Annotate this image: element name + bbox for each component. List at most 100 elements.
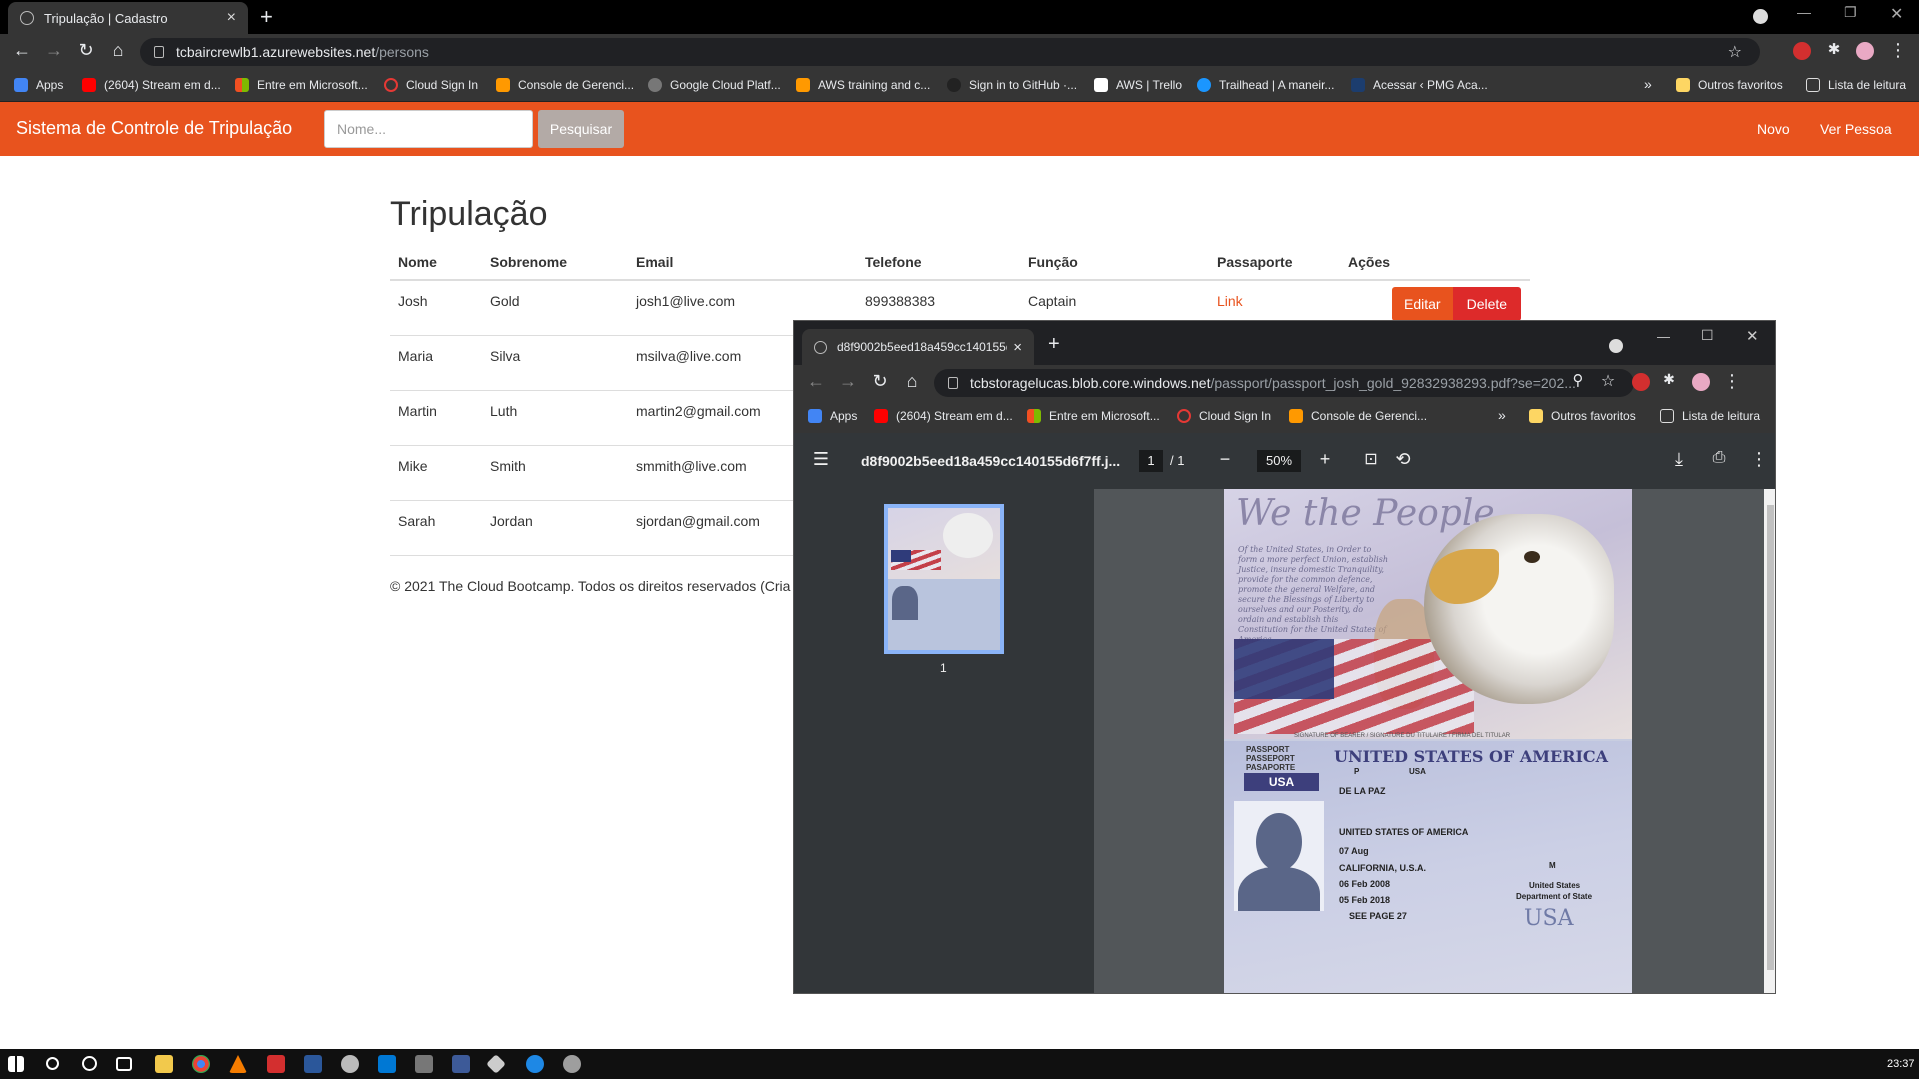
bookmark-microsoft[interactable]: Entre em Microsoft...	[235, 78, 368, 92]
pdf-page-thumbnail[interactable]	[884, 504, 1004, 654]
bookmark-console[interactable]: Console de Gerenci...	[1289, 409, 1427, 423]
pdf-scrollbar[interactable]	[1764, 489, 1775, 993]
avatar[interactable]	[1692, 373, 1710, 391]
tab-strip: Tripulação | Cadastro × + — ❐ ✕	[0, 0, 1919, 34]
menu-icon[interactable]: ⋮	[1886, 40, 1910, 61]
brand[interactable]: Sistema de Controle de Tripulação	[16, 118, 292, 139]
task-view-icon[interactable]	[116, 1057, 132, 1071]
hamburger-menu-icon[interactable]: ☰	[810, 449, 832, 470]
app-icon[interactable]	[341, 1055, 359, 1073]
new-tab-button[interactable]: +	[260, 4, 273, 30]
bookmark-youtube[interactable]: (2604) Stream em d...	[874, 409, 1013, 423]
browser-tab[interactable]: Tripulação | Cadastro ×	[8, 2, 248, 34]
close-tab-icon[interactable]: ×	[227, 9, 236, 27]
nav-novo[interactable]: Novo	[1757, 121, 1790, 137]
pdf-zoom-input[interactable]: 50%	[1257, 450, 1301, 472]
pdf-page-input[interactable]: 1	[1139, 450, 1163, 472]
bookmark-console[interactable]: Console de Gerenci...	[496, 78, 634, 92]
back-icon[interactable]: ←	[10, 40, 34, 61]
reload-icon[interactable]: ↻	[74, 40, 98, 61]
address-bar[interactable]: tcbaircrewlb1.azurewebsites.net/persons …	[140, 38, 1760, 66]
tab-search-icon[interactable]	[1609, 339, 1623, 353]
reading-list[interactable]: Lista de leitura	[1806, 78, 1906, 92]
avatar[interactable]	[1856, 42, 1874, 60]
search-icon[interactable]	[46, 1057, 59, 1070]
bookmark-github[interactable]: Sign in to GitHub ·...	[947, 78, 1077, 92]
forward-icon[interactable]: →	[42, 40, 66, 61]
forward-icon[interactable]: →	[836, 371, 860, 392]
search-button[interactable]: Pesquisar	[538, 110, 624, 148]
nav-ver-pessoa[interactable]: Ver Pessoa	[1820, 121, 1892, 137]
edit-button[interactable]: Editar	[1392, 287, 1453, 321]
browser-icon[interactable]	[526, 1055, 544, 1073]
puzzle-icon[interactable]: ✱	[1822, 40, 1846, 58]
minimize-button[interactable]: —	[1797, 4, 1811, 20]
restore-button[interactable]: ❐	[1844, 4, 1857, 21]
chrome-icon[interactable]	[192, 1055, 210, 1073]
print-icon[interactable]: ⎙	[1708, 449, 1730, 467]
home-icon[interactable]: ⌂	[900, 371, 924, 392]
more-options-icon[interactable]: ⋮	[1748, 449, 1770, 470]
zoom-in-icon[interactable]: +	[1314, 449, 1336, 470]
acrobat-icon[interactable]	[267, 1055, 285, 1073]
passport-expiry-date: 05 Feb 2018	[1339, 895, 1391, 905]
bookmark-apps[interactable]: Apps	[808, 409, 857, 423]
zoom-out-icon[interactable]: −	[1214, 449, 1236, 470]
git-icon[interactable]	[486, 1054, 506, 1074]
vlc-icon[interactable]	[229, 1055, 247, 1073]
bookmark-pmg[interactable]: Acessar ‹ PMG Aca...	[1351, 78, 1488, 92]
download-icon[interactable]: ⤓	[1668, 449, 1690, 470]
star-icon[interactable]: ☆	[1728, 42, 1742, 62]
close-window-button[interactable]: ✕	[1746, 327, 1759, 345]
maximize-button[interactable]: ☐	[1701, 327, 1714, 344]
popup-tab[interactable]: d8f9002b5eed18a459cc140155d ×	[802, 329, 1034, 365]
extension-icon[interactable]	[1793, 42, 1811, 60]
bookmark-google-cloud[interactable]: Google Cloud Platf...	[648, 78, 781, 92]
lock-icon	[948, 377, 958, 389]
reload-icon[interactable]: ↻	[868, 371, 892, 392]
bookmark-apps[interactable]: Apps	[14, 78, 63, 92]
word-icon[interactable]	[304, 1055, 322, 1073]
vscode-icon[interactable]	[378, 1055, 396, 1073]
cortana-icon[interactable]	[82, 1056, 97, 1071]
remote-desktop-icon[interactable]	[415, 1055, 433, 1073]
bookmark-trello[interactable]: AWS | Trello	[1094, 78, 1182, 92]
bookmark-aws-training[interactable]: AWS training and c...	[796, 78, 930, 92]
home-icon[interactable]: ⌂	[106, 40, 130, 61]
new-tab-button[interactable]: +	[1048, 333, 1060, 356]
popup-address-bar[interactable]: tcbstoragelucas.blob.core.windows.net/pa…	[934, 369, 1634, 397]
passport-issue-date: 06 Feb 2008	[1339, 879, 1391, 889]
menu-icon[interactable]: ⋮	[1720, 371, 1744, 392]
scrollbar-thumb[interactable]	[1767, 505, 1774, 970]
bookmark-cloud-sign-in[interactable]: Cloud Sign In	[1177, 409, 1271, 423]
bookmark-cloud-sign-in[interactable]: Cloud Sign In	[384, 78, 478, 92]
passport-link[interactable]: Link	[1217, 293, 1243, 309]
minimize-button[interactable]: —	[1657, 329, 1670, 344]
bookmarks-overflow-icon[interactable]: »	[1498, 407, 1506, 423]
bookmarks-overflow-icon[interactable]: »	[1644, 76, 1652, 92]
settings-icon[interactable]	[563, 1055, 581, 1073]
table-header-row: Nome Sobrenome Email Telefone Função Pas…	[390, 245, 1530, 281]
close-tab-icon[interactable]: ×	[1013, 339, 1022, 356]
fit-page-icon[interactable]: ⊡	[1360, 449, 1382, 469]
bookmark-other-favorites[interactable]: Outros favoritos	[1676, 78, 1783, 92]
bookmark-microsoft[interactable]: Entre em Microsoft...	[1027, 409, 1160, 423]
search-input[interactable]	[324, 110, 533, 148]
file-explorer-icon[interactable]	[155, 1055, 173, 1073]
zoom-icon[interactable]: ⚲	[1566, 371, 1590, 389]
cell-nome: Sarah	[390, 500, 482, 556]
rotate-icon[interactable]: ⟲	[1392, 449, 1414, 470]
delete-button[interactable]: Delete	[1452, 287, 1522, 321]
app-icon[interactable]	[452, 1055, 470, 1073]
reading-list[interactable]: Lista de leitura	[1660, 409, 1760, 423]
bookmark-trailhead[interactable]: Trailhead | A maneir...	[1197, 78, 1334, 92]
extension-icon[interactable]	[1632, 373, 1650, 391]
bookmark-other-favorites[interactable]: Outros favoritos	[1529, 409, 1636, 423]
windows-start-icon[interactable]	[8, 1056, 24, 1072]
bookmark-youtube[interactable]: (2604) Stream em d...	[82, 78, 221, 92]
close-window-button[interactable]: ✕	[1890, 4, 1903, 24]
puzzle-icon[interactable]: ✱	[1657, 371, 1681, 388]
tab-search-icon[interactable]	[1753, 9, 1768, 24]
back-icon[interactable]: ←	[804, 371, 828, 392]
star-icon[interactable]: ☆	[1596, 371, 1620, 391]
